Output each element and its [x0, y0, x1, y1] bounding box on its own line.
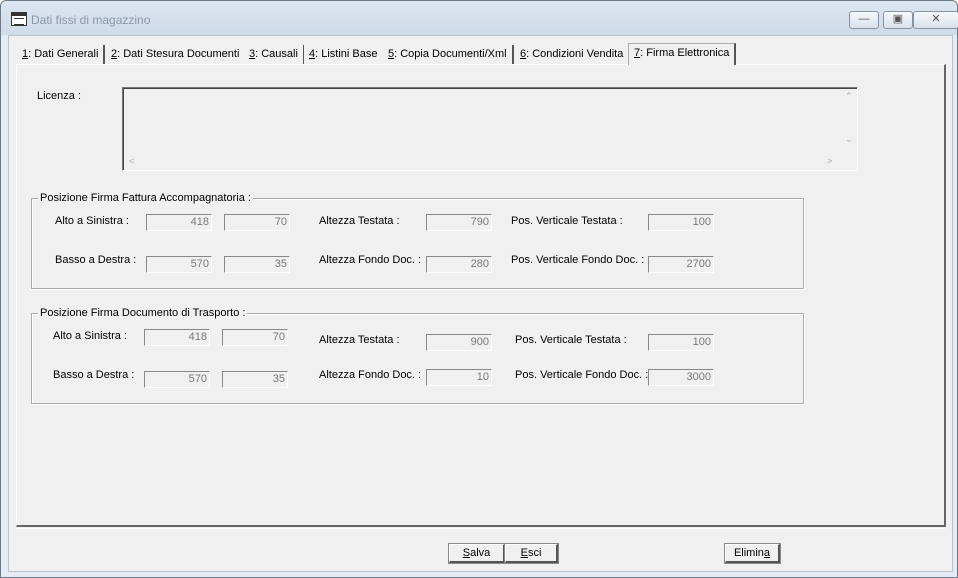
tab-condizioni-vendita[interactable]: 6: Condizioni Vendita: [515, 45, 631, 64]
tab-copia-documenti-xml[interactable]: 5: Copia Documenti/Xml: [383, 45, 514, 64]
trasporto-pos-verticale-testata-label: Pos. Verticale Testata :: [515, 334, 627, 346]
tab-listini-base[interactable]: 4: Listini Base: [304, 45, 385, 64]
app-window: Dati fissi di magazzino — ▣ ✕ 1: Dati Ge…: [0, 0, 958, 578]
footer-divider: [16, 528, 945, 529]
fattura-alto-sinistra-y-field[interactable]: 70: [224, 214, 290, 231]
trasporto-basso-destra-y-field[interactable]: 35: [222, 371, 288, 388]
maximize-button[interactable]: ▣: [883, 11, 913, 29]
close-button[interactable]: ✕: [913, 11, 958, 29]
fattura-alto-sinistra-label: Alto a Sinistra :: [55, 215, 129, 227]
trasporto-altezza-testata-field[interactable]: 900: [426, 334, 492, 351]
minimize-button[interactable]: —: [849, 11, 879, 29]
trasporto-basso-destra-label: Basso a Destra :: [53, 369, 135, 381]
fattura-group-title: Posizione Firma Fattura Accompagnatoria …: [38, 192, 253, 204]
trasporto-basso-destra-x-field[interactable]: 570: [144, 371, 210, 388]
fattura-alto-sinistra-x-field[interactable]: 418: [146, 214, 212, 231]
tab-panel-firma-elettronica: Licenza : ⌃ ⌄ < > Posizione Firma Fattur…: [16, 64, 946, 527]
trasporto-alto-sinistra-label: Alto a Sinistra :: [53, 330, 127, 342]
trasporto-pos-verticale-fondo-field[interactable]: 3000: [648, 369, 714, 386]
trasporto-pos-verticale-fondo-label: Pos. Verticale Fondo Doc. :: [515, 369, 649, 381]
tab-dati-generali[interactable]: 1: Dati Generali: [17, 45, 106, 64]
fattura-pos-verticale-testata-field[interactable]: 100: [648, 214, 714, 231]
fattura-pos-verticale-fondo-field[interactable]: 2700: [648, 256, 714, 273]
tab-firma-elettronica[interactable]: 7: Firma Elettronica: [628, 43, 737, 65]
fattura-pos-verticale-testata-label: Pos. Verticale Testata :: [511, 215, 623, 227]
trasporto-altezza-fondo-label: Altezza Fondo Doc. :: [319, 369, 422, 381]
scroll-down-icon[interactable]: ⌄: [845, 134, 853, 145]
fattura-altezza-testata-label: Altezza Testata :: [319, 215, 400, 227]
dialog-body: 1: Dati Generali 2: Dati Stesura Documen…: [8, 35, 953, 572]
trasporto-groupbox: Posizione Firma Documento di Trasporto :…: [31, 307, 804, 404]
title-bar[interactable]: Dati fissi di magazzino — ▣ ✕: [1, 1, 958, 35]
fattura-altezza-fondo-field[interactable]: 280: [426, 256, 492, 273]
fattura-basso-destra-x-field[interactable]: 570: [146, 256, 212, 273]
fattura-groupbox: Posizione Firma Fattura Accompagnatoria …: [31, 192, 804, 289]
scroll-left-icon[interactable]: <: [129, 156, 134, 166]
esci-button[interactable]: Esci: [504, 543, 559, 564]
tab-dati-stesura-documenti[interactable]: 2: Dati Stesura Documenti: [106, 45, 247, 64]
trasporto-pos-verticale-testata-field[interactable]: 100: [648, 334, 714, 351]
elimina-button[interactable]: Elimina: [724, 543, 781, 564]
fattura-altezza-fondo-label: Altezza Fondo Doc. :: [319, 254, 422, 266]
salva-button[interactable]: Salva: [448, 543, 506, 564]
fattura-altezza-testata-field[interactable]: 790: [426, 214, 492, 231]
fattura-basso-destra-label: Basso a Destra :: [55, 254, 137, 266]
app-window-icon[interactable]: [11, 12, 27, 26]
window-title: Dati fissi di magazzino: [31, 13, 151, 27]
tab-causali[interactable]: 3: Causali: [244, 45, 305, 64]
licenza-textarea[interactable]: ⌃ ⌄ < >: [122, 87, 858, 171]
trasporto-altezza-fondo-field[interactable]: 10: [426, 369, 492, 386]
licenza-label: Licenza :: [37, 90, 82, 102]
scroll-up-icon[interactable]: ⌃: [845, 91, 853, 102]
scroll-right-icon[interactable]: >: [827, 156, 832, 166]
fattura-basso-destra-y-field[interactable]: 35: [224, 256, 290, 273]
trasporto-group-title: Posizione Firma Documento di Trasporto :: [38, 307, 248, 319]
trasporto-alto-sinistra-x-field[interactable]: 418: [144, 329, 210, 346]
licenza-horizontal-scrollbar[interactable]: < >: [123, 156, 841, 170]
trasporto-alto-sinistra-y-field[interactable]: 70: [222, 329, 288, 346]
fattura-pos-verticale-fondo-label: Pos. Verticale Fondo Doc. :: [511, 254, 645, 266]
trasporto-altezza-testata-label: Altezza Testata :: [319, 334, 400, 346]
licenza-vertical-scrollbar[interactable]: ⌃ ⌄: [841, 88, 857, 156]
